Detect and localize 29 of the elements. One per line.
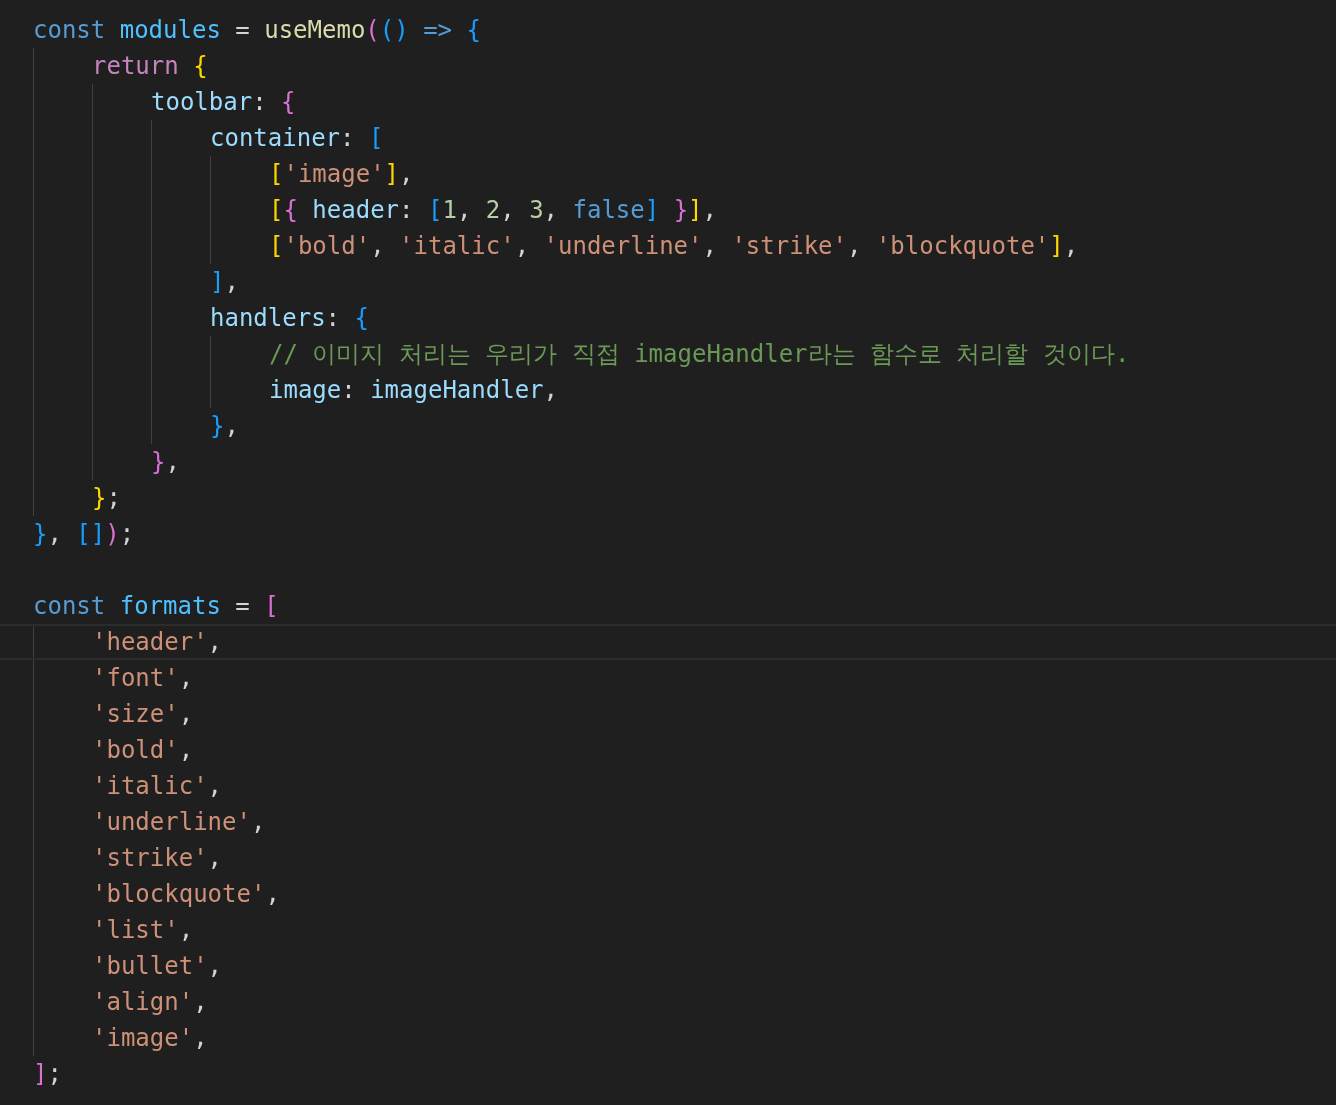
code-line: 'underline', <box>92 807 266 838</box>
code-line: ['bold', 'italic', 'underline', 'strike', 'blockquote'], <box>269 231 1079 262</box>
code-line: 'bold', <box>92 735 194 766</box>
code-line: const formats = [ <box>33 591 279 622</box>
code-line: // 이미지 처리는 우리가 직접 imageHandler라는 함수로 처리할 것이다. <box>269 339 1130 370</box>
code-line: image: imageHandler, <box>269 375 558 406</box>
code-line: 'italic', <box>92 771 223 802</box>
code-line: return { <box>92 51 208 82</box>
code-line: 'blockquote', <box>92 879 280 910</box>
code-line: 'strike', <box>92 843 223 874</box>
code-line: ]; <box>33 1059 62 1090</box>
code-line: handlers: { <box>210 303 369 334</box>
code-line: }, <box>210 411 239 442</box>
code-line: ['image'], <box>269 159 414 190</box>
code-line: 'bullet', <box>92 951 223 982</box>
code-line: }, <box>151 447 180 478</box>
code-line: 'font', <box>92 663 194 694</box>
code-line: 'align', <box>92 987 208 1018</box>
code-line: ], <box>210 267 239 298</box>
code-line: [{ header: [1, 2, 3, false] }], <box>269 195 717 226</box>
code-line: 'size', <box>92 699 194 730</box>
code-line: container: [ <box>210 123 384 154</box>
code-line: 'list', <box>92 915 194 946</box>
code-line: 'header', <box>92 627 223 658</box>
code-line: 'image', <box>92 1023 208 1054</box>
code-line: }, []); <box>33 519 135 550</box>
code-line: const modules = useMemo(() => { <box>33 15 481 46</box>
code-line: toolbar: { <box>151 87 296 118</box>
code-line: }; <box>92 483 121 514</box>
